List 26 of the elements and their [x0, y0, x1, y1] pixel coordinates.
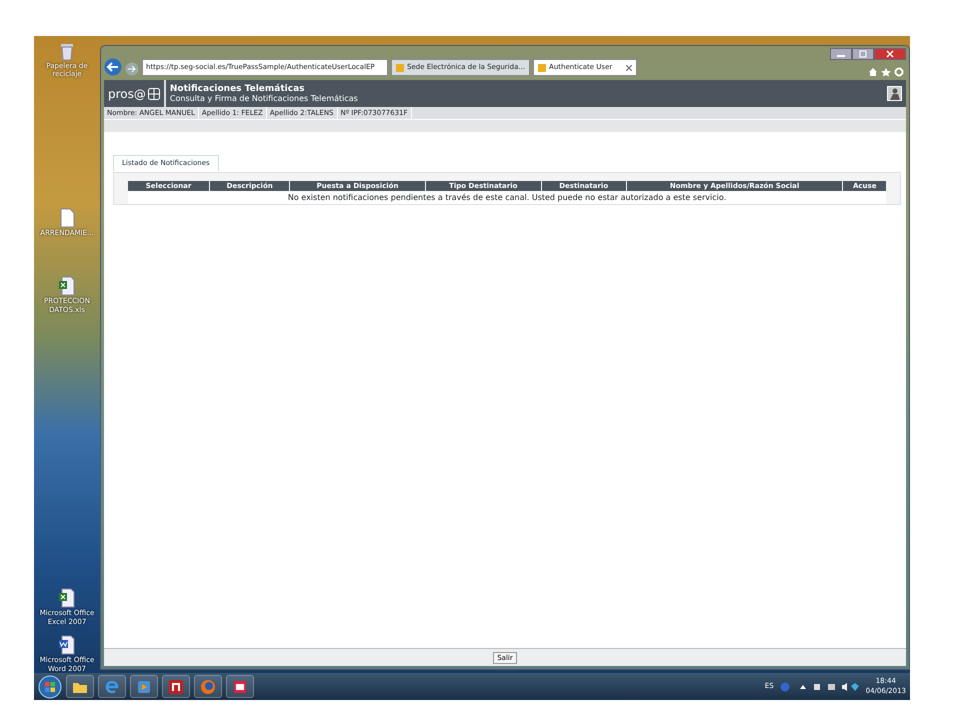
- letter-n-icon: [168, 678, 184, 694]
- close-button[interactable]: [874, 48, 906, 60]
- empty-message: No existen notificaciones pendientes a través de este canal. Usted puede no estar autorizado a este servicio.: [128, 191, 886, 204]
- tray-icons[interactable]: [780, 682, 860, 692]
- taskbar-button[interactable]: [66, 675, 94, 698]
- favicon-icon: [396, 64, 404, 72]
- taskbar-button[interactable]: [130, 675, 158, 698]
- browser-tools-icons[interactable]: [868, 67, 904, 77]
- logo-icon: [148, 88, 160, 100]
- portrait-icon: [887, 86, 902, 101]
- start-button[interactable]: [38, 674, 62, 698]
- taskbar-button[interactable]: [226, 675, 254, 698]
- logo-text: pros@: [108, 86, 146, 102]
- app-title: Notificaciones Telemáticas: [170, 84, 306, 94]
- close-tab-icon[interactable]: [626, 64, 632, 70]
- minimize-button[interactable]: [830, 48, 852, 60]
- app-subtitle: Consulta y Firma de Notificaciones Telemáticas: [170, 94, 358, 104]
- browser-e-icon: [104, 678, 120, 694]
- back-button[interactable]: [104, 58, 122, 76]
- presentation-icon: [232, 678, 248, 694]
- maximize-button[interactable]: [852, 48, 874, 60]
- play-icon: [136, 678, 152, 694]
- forward-button[interactable]: [125, 62, 139, 76]
- taskbar-button[interactable]: [162, 675, 190, 698]
- globe-icon: [200, 678, 216, 694]
- favicon-icon: [538, 64, 546, 72]
